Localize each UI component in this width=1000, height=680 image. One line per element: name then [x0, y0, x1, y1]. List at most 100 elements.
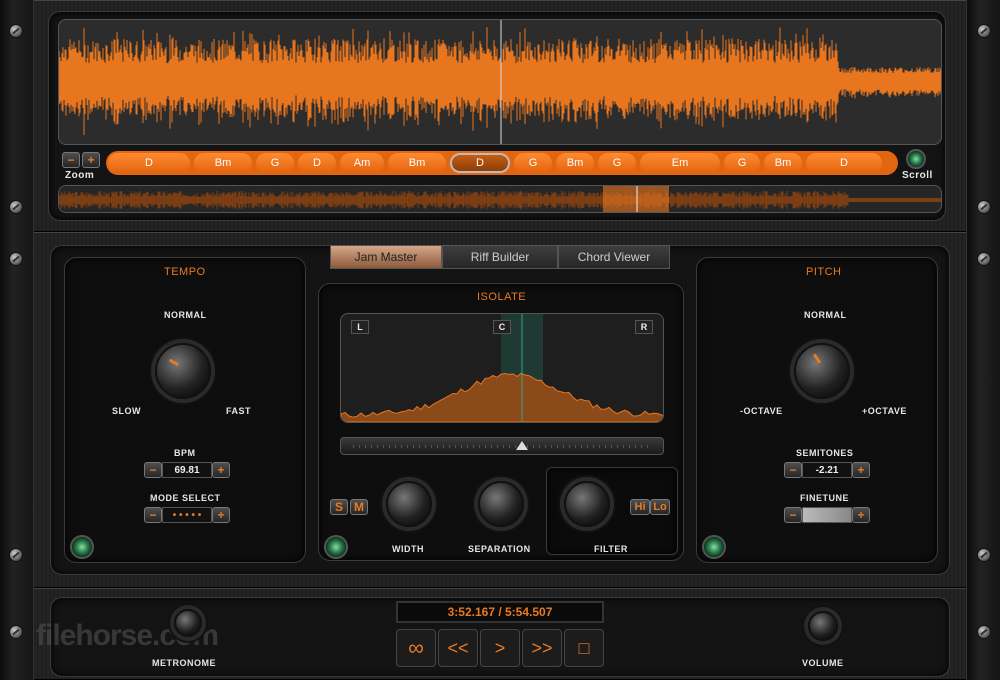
screw-icon [977, 252, 991, 266]
filter-knob[interactable] [564, 481, 610, 527]
bpm-value[interactable]: 69.81 [162, 462, 212, 478]
tempo-normal-label: NORMAL [164, 310, 207, 320]
tab-jam-master[interactable]: Jam Master [330, 245, 442, 269]
knob-indicator-icon [168, 358, 180, 367]
metronome-label: METRONOME [152, 658, 216, 668]
screw-icon [977, 548, 991, 562]
filter-hi-button[interactable]: Hi [630, 499, 650, 515]
screw-icon [977, 24, 991, 38]
chord-block[interactable]: G [256, 153, 294, 173]
zoom-out-button[interactable]: − [62, 152, 80, 168]
width-knob[interactable] [386, 481, 432, 527]
stop-button[interactable]: □ [564, 629, 604, 667]
screw-icon [977, 200, 991, 214]
bpm-label: BPM [174, 448, 196, 458]
time-display: 3:52.167 / 5:54.507 [396, 601, 604, 623]
rack-rail-right [966, 0, 1000, 680]
chord-block[interactable]: D [806, 153, 882, 173]
finetune-increase-button[interactable]: + [852, 507, 870, 523]
screw-icon [9, 24, 23, 38]
separation-label: SEPARATION [468, 544, 531, 554]
tempo-power-button[interactable] [70, 535, 94, 559]
isolate-power-button[interactable] [324, 535, 348, 559]
scroll-toggle-button[interactable] [906, 149, 926, 169]
screw-icon [9, 548, 23, 562]
rewind-button[interactable]: << [438, 629, 478, 667]
tab-riff-builder[interactable]: Riff Builder [442, 245, 558, 269]
chord-block[interactable]: Bm [556, 153, 594, 173]
tempo-knob[interactable] [155, 343, 211, 399]
waveform-graph[interactable] [59, 20, 942, 145]
chord-block[interactable]: Am [340, 153, 384, 173]
screw-icon [977, 625, 991, 639]
transport-controls: ∞ << > >> □ [396, 629, 604, 667]
chord-block[interactable]: Bm [194, 153, 252, 173]
chord-block[interactable]: Bm [764, 153, 802, 173]
control-panel: Jam Master Riff Builder Chord Viewer TEM… [34, 232, 966, 588]
isolate-center-marker: C [493, 320, 511, 334]
transport-panel: filehorse.com METRONOME 3:52.167 / 5:54.… [34, 588, 966, 680]
metronome-knob[interactable] [174, 609, 202, 637]
overview-graph[interactable] [59, 186, 942, 213]
width-label: WIDTH [392, 544, 424, 554]
minus-octave-label: -OCTAVE [740, 406, 783, 416]
isolate-title: ISOLATE [477, 291, 527, 303]
semitones-label: SEMITONES [796, 448, 854, 458]
chord-block[interactable]: D [298, 153, 336, 173]
chord-block[interactable]: Bm [388, 153, 446, 173]
finetune-decrease-button[interactable]: − [784, 507, 802, 523]
screw-icon [9, 200, 23, 214]
semitones-value[interactable]: -2.21 [802, 462, 852, 478]
tempo-title: TEMPO [164, 266, 206, 278]
tab-bar: Jam Master Riff Builder Chord Viewer [330, 245, 670, 269]
zoom-in-button[interactable]: + [82, 152, 100, 168]
tempo-fast-label: FAST [226, 406, 252, 416]
zoom-label: Zoom [65, 170, 95, 181]
overview-waveform[interactable] [58, 185, 942, 213]
separation-knob[interactable] [478, 481, 524, 527]
play-button[interactable]: > [480, 629, 520, 667]
waveform-panel: − + Zoom D Bm G D Am Bm D G Bm G Em G Bm D Scroll [34, 0, 966, 232]
knob-indicator-icon [812, 353, 822, 364]
chord-block[interactable]: Em [640, 153, 720, 173]
chord-block[interactable]: D [450, 153, 510, 173]
mode-select-label: MODE SELECT [150, 493, 221, 503]
volume-label: VOLUME [802, 658, 844, 668]
mode-select-value[interactable]: • • • • • [162, 507, 212, 523]
solo-button[interactable]: S [330, 499, 348, 515]
fast-forward-button[interactable]: >> [522, 629, 562, 667]
chord-block[interactable]: D [108, 153, 190, 173]
pitch-knob[interactable] [794, 343, 850, 399]
pitch-power-button[interactable] [702, 535, 726, 559]
tempo-slow-label: SLOW [112, 406, 141, 416]
mute-button[interactable]: M [350, 499, 368, 515]
chord-block[interactable]: G [724, 153, 760, 173]
screw-icon [9, 252, 23, 266]
slider-thumb-icon[interactable] [516, 441, 528, 450]
loop-button[interactable]: ∞ [396, 629, 436, 667]
mode-prev-button[interactable]: − [144, 507, 162, 523]
filter-label: FILTER [594, 544, 628, 554]
filter-lo-button[interactable]: Lo [650, 499, 670, 515]
overview-path [59, 191, 941, 209]
chord-block[interactable]: G [598, 153, 636, 173]
waveform-display[interactable] [58, 19, 942, 145]
isolate-spectrum-display[interactable]: L C R [340, 313, 664, 423]
finetune-slider[interactable] [802, 507, 852, 523]
bpm-decrease-button[interactable]: − [144, 462, 162, 478]
scroll-label: Scroll [902, 170, 933, 181]
bpm-increase-button[interactable]: + [212, 462, 230, 478]
finetune-label: FINETUNE [800, 493, 849, 503]
mode-next-button[interactable]: + [212, 507, 230, 523]
chord-block[interactable]: G [514, 153, 552, 173]
isolate-position-slider[interactable] [340, 437, 664, 455]
overview-viewport [603, 186, 669, 212]
tab-chord-viewer[interactable]: Chord Viewer [558, 245, 670, 269]
chord-strip[interactable]: D Bm G D Am Bm D G Bm G Em G Bm D [106, 151, 898, 175]
semitones-increase-button[interactable]: + [852, 462, 870, 478]
slider-track [353, 445, 651, 448]
semitones-decrease-button[interactable]: − [784, 462, 802, 478]
volume-knob[interactable] [808, 611, 838, 641]
screw-icon [9, 625, 23, 639]
pitch-normal-label: NORMAL [804, 310, 847, 320]
